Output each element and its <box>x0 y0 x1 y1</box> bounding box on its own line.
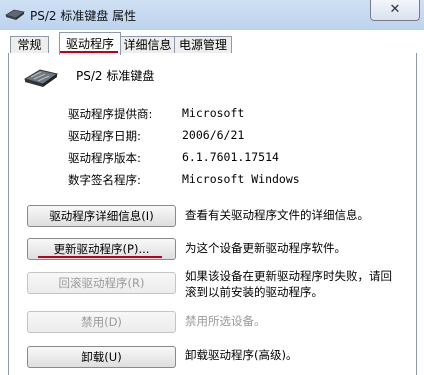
window-title: PS/2 标准键盘 属性 <box>30 9 137 23</box>
driver-details-description: 查看有关驱动程序文件的详细信息。 <box>185 208 369 222</box>
close-button[interactable]: ✕ <box>370 0 420 21</box>
driver-details-button[interactable]: 驱动程序详细信息(I) <box>27 205 176 227</box>
title-bar: PS/2 标准键盘 属性 ✕ <box>0 0 424 30</box>
version-value: 6.1.7601.17514 <box>182 150 279 164</box>
tab-details[interactable]: 详细信息 <box>119 36 176 54</box>
tab-highlight-underline <box>60 51 118 53</box>
version-label: 驱动程序版本: <box>68 151 141 165</box>
disable-device-description: 禁用所选设备。 <box>185 314 266 328</box>
tab-general[interactable]: 常规 <box>10 36 49 54</box>
update-driver-description: 为这个设备更新驱动程序软件。 <box>185 241 346 255</box>
device-name: PS/2 标准键盘 <box>76 69 155 83</box>
rollback-driver-button[interactable]: 回滚驱动程序(R) <box>27 272 176 294</box>
rollback-driver-description-line2: 滚到以前安装的驱动程序。 <box>185 285 323 299</box>
date-value: 2006/6/21 <box>182 128 245 142</box>
signer-label: 数字签名程序: <box>68 173 141 187</box>
update-driver-highlight <box>38 256 162 258</box>
uninstall-driver-description: 卸载驱动程序(高级)。 <box>185 348 298 362</box>
signer-value: Microsoft Windows <box>182 172 300 186</box>
uninstall-driver-button[interactable]: 卸载(U) <box>27 346 176 368</box>
provider-value: Microsoft <box>182 106 245 120</box>
keyboard-icon <box>5 7 25 24</box>
keyboard-icon <box>23 66 59 91</box>
provider-label: 驱动程序提供商: <box>68 107 153 121</box>
rollback-driver-description-line1: 如果该设备在更新驱动程序时失败，请回 <box>185 269 392 283</box>
disable-device-button[interactable]: 禁用(D) <box>27 311 176 333</box>
date-label: 驱动程序日期: <box>68 129 141 143</box>
tab-power-management[interactable]: 电源管理 <box>174 36 232 54</box>
